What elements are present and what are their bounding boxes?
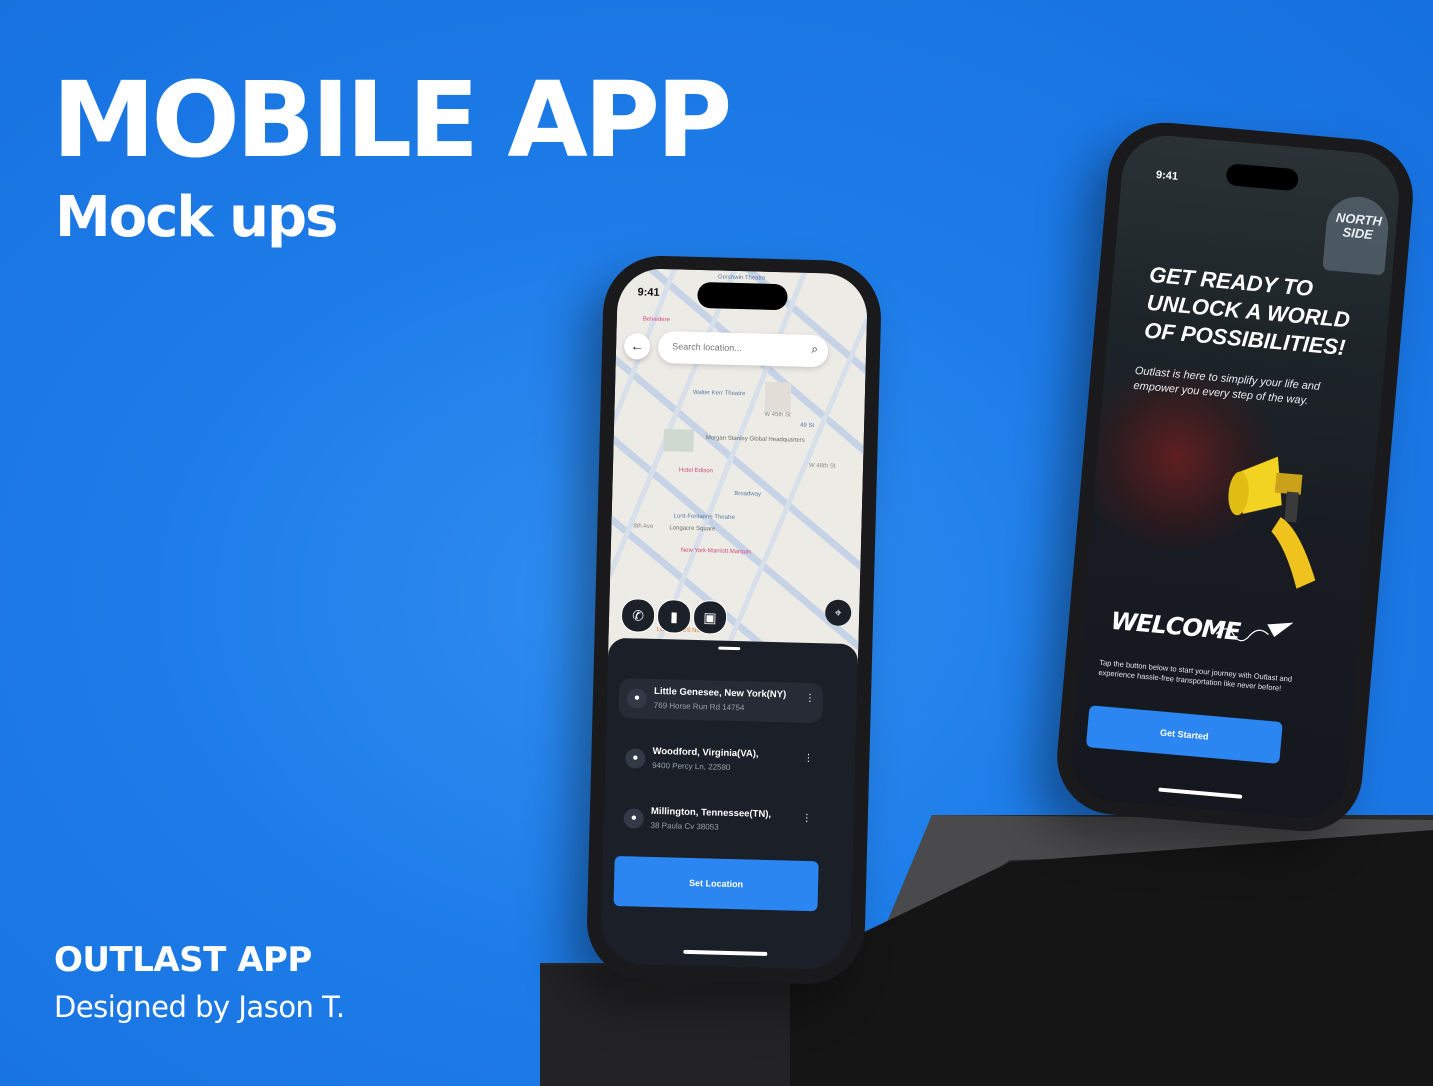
location-item[interactable]: ● Millington, Tennessee(TN), 38 Paula Cv… bbox=[615, 798, 820, 843]
get-started-button[interactable]: Get Started bbox=[1085, 705, 1283, 764]
dynamic-island bbox=[1225, 163, 1300, 192]
status-time: 9:41 bbox=[1155, 168, 1179, 183]
location-pin-icon: ● bbox=[623, 808, 645, 829]
location-title: Millington, Tennessee(TN), bbox=[650, 805, 772, 821]
map-label: Gershwin Theatre bbox=[717, 274, 766, 282]
briefcase-icon: ▣ bbox=[703, 609, 717, 626]
map-view[interactable]: Gershwin Theatre Belvedere Walter Kerr T… bbox=[607, 267, 869, 665]
status-time: 9:41 bbox=[637, 286, 660, 299]
map-label: W 46th St bbox=[808, 462, 836, 470]
briefcase-button[interactable]: ▣ bbox=[692, 599, 728, 635]
more-vertical-icon[interactable]: ⋮ bbox=[803, 753, 813, 764]
battery-button[interactable]: ▮ bbox=[656, 598, 692, 634]
search-icon[interactable]: ⌕ bbox=[811, 342, 818, 357]
map-label: W 45th St bbox=[764, 411, 791, 419]
call-button[interactable]: ✆ bbox=[620, 598, 656, 633]
phone-icon: ✆ bbox=[632, 607, 645, 624]
map-label: Belvedere bbox=[642, 316, 670, 324]
battery-icon: ▮ bbox=[670, 608, 679, 625]
home-indicator[interactable] bbox=[1158, 787, 1243, 799]
location-address: 769 Horse Run Rd 14754 bbox=[653, 700, 745, 713]
location-sheet: ● Little Genesee, New York(NY) 769 Horse… bbox=[599, 637, 859, 971]
location-title: Little Genesee, New York(NY) bbox=[653, 685, 787, 701]
map-label: Hotel Edison bbox=[678, 467, 713, 475]
phone-map-mockup: Gershwin Theatre Belvedere Walter Kerr T… bbox=[585, 254, 883, 986]
headline: GET READY TO UNLOCK A WORLD OF POSSIBILI… bbox=[1143, 261, 1351, 361]
map-label: 49 St bbox=[800, 422, 815, 430]
location-address: 9400 Percy Ln, 22580 bbox=[652, 760, 731, 772]
pedestal-front bbox=[785, 830, 1433, 1086]
search-input[interactable] bbox=[669, 340, 795, 356]
location-item[interactable]: ● Little Genesee, New York(NY) 769 Horse… bbox=[618, 678, 824, 724]
sheet-handle[interactable] bbox=[718, 646, 741, 651]
set-location-button[interactable]: Set Location bbox=[613, 855, 819, 912]
location-pin-icon: ● bbox=[626, 688, 648, 709]
megaphone-icon bbox=[1228, 456, 1316, 589]
search-bar[interactable]: ⌕ bbox=[657, 330, 829, 368]
welcome-screen: NORTH SIDE 9:41 GET READY TO UNLOCK A WO… bbox=[1067, 132, 1403, 822]
map-label: 8th Ave bbox=[633, 523, 654, 530]
location-address: 38 Paula Cv 38053 bbox=[650, 820, 719, 832]
back-arrow-icon: ← bbox=[630, 338, 644, 354]
phone-welcome-mockup: NORTH SIDE 9:41 GET READY TO UNLOCK A WO… bbox=[1052, 117, 1418, 837]
location-item[interactable]: ● Woodford, Virginia(VA), 9400 Percy Ln,… bbox=[617, 738, 822, 783]
crosshair-icon: ⌖ bbox=[834, 605, 842, 620]
more-vertical-icon[interactable]: ⋮ bbox=[802, 813, 812, 824]
dynamic-island bbox=[697, 281, 788, 311]
map-screen: Gershwin Theatre Belvedere Walter Kerr T… bbox=[599, 267, 869, 971]
welcome-body: Tap the button below to start your journ… bbox=[1098, 657, 1293, 693]
location-pin-icon: ● bbox=[625, 748, 646, 769]
map-label: Longacre Square bbox=[669, 525, 716, 533]
pedestal-left-face bbox=[540, 965, 790, 1086]
map-label: Broadway bbox=[734, 490, 762, 498]
sign-text: NORTH SIDE bbox=[1335, 209, 1383, 242]
location-title: Woodford, Virginia(VA), bbox=[652, 745, 759, 760]
more-vertical-icon[interactable]: ⋮ bbox=[805, 693, 815, 704]
